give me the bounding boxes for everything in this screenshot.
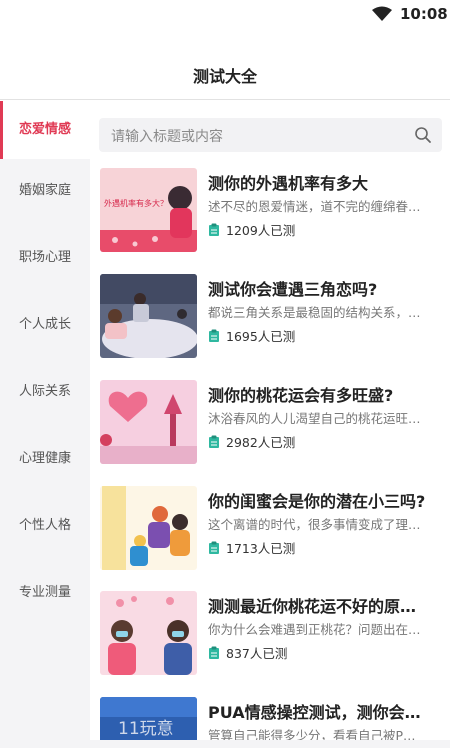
status-bar: 10:08 (0, 0, 450, 30)
sidebar-item-growth[interactable]: 个人成长 (0, 296, 90, 354)
test-count: 1695人已测 (226, 329, 296, 344)
card-description: 这个离谱的时代，很多事情变成了理… (208, 517, 421, 532)
card-title: 测测最近你桃花运不好的原… (208, 597, 417, 616)
test-count: 1209人已测 (226, 223, 296, 238)
sidebar-item-professional[interactable]: 专业测量 (0, 564, 90, 622)
status-time: 10:08 (400, 5, 448, 23)
card-title: 你的闺蜜会是你的潜在小三吗? (208, 492, 426, 511)
search-icon[interactable] (414, 126, 432, 144)
test-count: 2982人已测 (226, 435, 296, 450)
sidebar-item-workplace[interactable]: 职场心理 (0, 229, 90, 287)
card-description: 沐浴春风的人儿渴望自己的桃花运旺… (208, 411, 421, 426)
search-input[interactable]: 请输入标题或内容 (99, 118, 442, 152)
sidebar-item-marriage[interactable]: 婚姻家庭 (0, 162, 90, 220)
bottom-edge (0, 740, 450, 748)
test-count: 1713人已测 (226, 541, 296, 556)
card-description: 述不尽的恩爱情迷，道不完的缠绵眷… (208, 199, 421, 214)
card-title: 测试你会遭遇三角恋吗? (208, 280, 378, 299)
card-title: PUA情感操控测试，测你会… (208, 703, 421, 722)
card-count: 1713人已测 (208, 538, 295, 557)
card-description: 都说三角关系是最稳固的结构关系，… (208, 305, 421, 320)
sidebar-item-personality[interactable]: 个性人格 (0, 497, 90, 555)
category-sidebar: 恋爱情感 婚姻家庭 职场心理 个人成长 人际关系 心理健康 个性人格 专业测量 (0, 101, 90, 748)
page-title: 测试大全 (192, 67, 257, 86)
test-card[interactable]: 测试你会遭遇三角恋吗? 都说三角关系是最稳固的结构关系，… 1695人已测 (100, 274, 445, 360)
card-thumbnail (100, 486, 197, 570)
header: 测试大全 (0, 30, 450, 100)
clipboard-icon (209, 435, 219, 448)
card-thumbnail (100, 274, 197, 358)
card-description: 你为什么会难遇到正桃花？问题出在… (208, 622, 421, 637)
test-card[interactable]: 测测最近你桃花运不好的原… 你为什么会难遇到正桃花？问题出在… 837人已测 (100, 591, 445, 677)
card-description: 管算自己能得多少分，看看自己被P… (208, 728, 416, 740)
thumb-caption: 外遇机率有多大？ (104, 198, 168, 208)
sidebar-item-mental-health[interactable]: 心理健康 (0, 430, 90, 488)
clipboard-icon (209, 646, 219, 659)
sidebar-item-relationships[interactable]: 人际关系 (0, 363, 90, 421)
card-title: 测你的桃花运会有多旺盛? (208, 386, 394, 405)
test-card[interactable]: 测你的桃花运会有多旺盛? 沐浴春风的人儿渴望自己的桃花运旺… 2982人已测 (100, 380, 445, 466)
clipboard-icon (209, 541, 219, 554)
sidebar-item-romance[interactable]: 恋爱情感 (0, 101, 90, 159)
test-count: 837人已测 (226, 646, 288, 661)
card-thumbnail (100, 591, 197, 675)
card-count: 2982人已测 (208, 432, 295, 451)
card-thumbnail: 外遇机率有多大？ (100, 168, 197, 252)
card-title: 测你的外遇机率有多大 (208, 174, 369, 193)
search-placeholder: 请输入标题或内容 (111, 129, 223, 145)
test-card[interactable]: 你的闺蜜会是你的潜在小三吗? 这个离谱的时代，很多事情变成了理… 1713人已测 (100, 486, 445, 572)
watermark: 11玩意 (118, 719, 174, 739)
card-count: 837人已测 (208, 643, 287, 662)
card-thumbnail (100, 380, 197, 464)
card-count: 1209人已测 (208, 220, 295, 239)
wifi-icon (372, 6, 392, 21)
clipboard-icon (209, 223, 219, 236)
clipboard-icon (209, 329, 219, 342)
test-card[interactable]: 外遇机率有多大？ 测你的外遇机率有多大 述不尽的恩爱情迷，道不完的缠绵眷… 12… (100, 168, 445, 254)
card-count: 1695人已测 (208, 326, 295, 345)
